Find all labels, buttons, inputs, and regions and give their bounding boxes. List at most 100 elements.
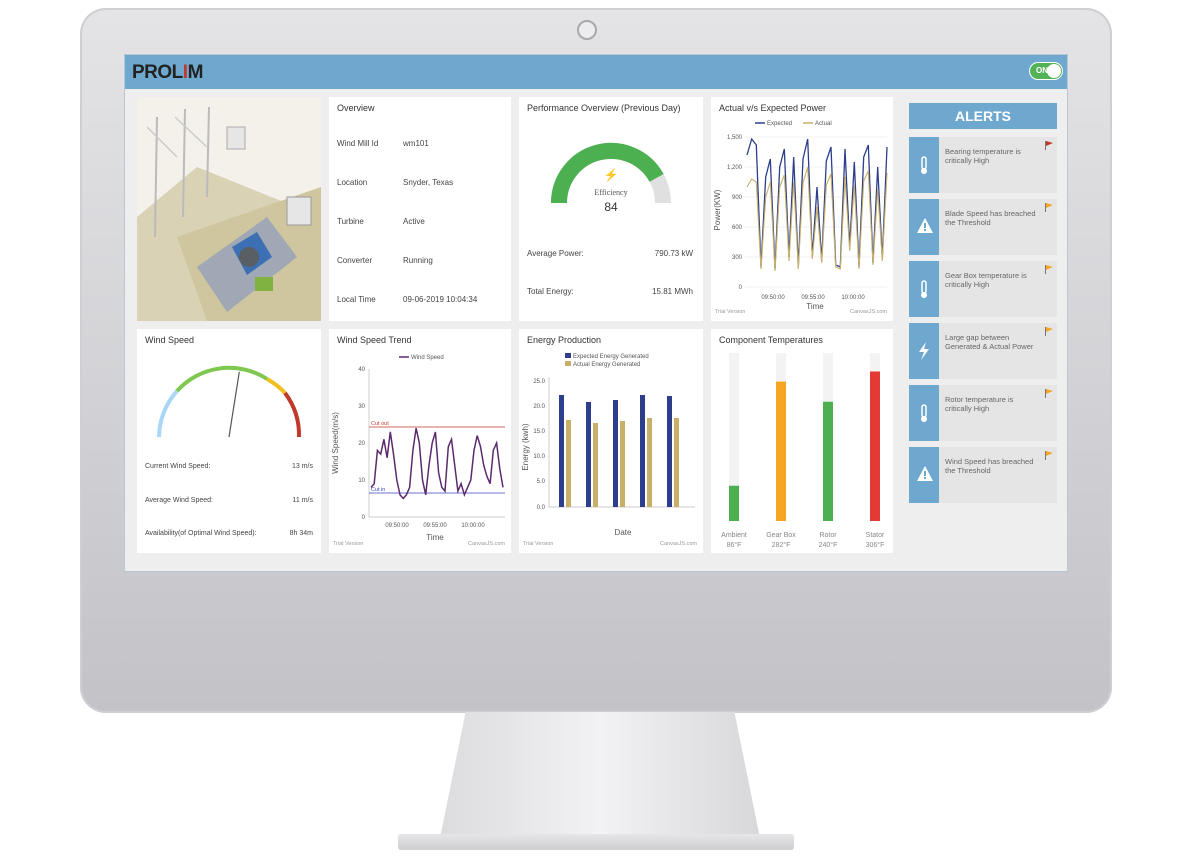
component-temp: 282°F bbox=[772, 541, 791, 549]
bolt-icon bbox=[909, 323, 939, 379]
y-tick: 20.0 bbox=[533, 404, 545, 410]
energy-chart: Expected Energy Generated Actual Energy … bbox=[521, 353, 695, 537]
y-tick: 25.0 bbox=[533, 379, 545, 385]
alert-item[interactable]: Bearing temperature is critically High bbox=[909, 137, 1057, 193]
legend-actual: Actual bbox=[815, 121, 832, 127]
overview-title: Overview bbox=[337, 103, 375, 113]
warning-icon bbox=[909, 199, 939, 255]
x-tick: 09:50:00 bbox=[385, 523, 409, 529]
bolt-icon: ⚡ bbox=[604, 168, 619, 182]
actual-energy-bar[interactable] bbox=[647, 418, 652, 507]
component-name: Stator bbox=[866, 532, 885, 539]
monitor-stand bbox=[440, 712, 760, 838]
temp-bar[interactable] bbox=[870, 371, 880, 521]
y-tick: 0 bbox=[739, 285, 743, 291]
flag-icon bbox=[1045, 389, 1053, 398]
x-tick: 09:50:00 bbox=[761, 295, 785, 301]
expected-energy-bar[interactable] bbox=[613, 400, 618, 507]
component-name: Gear Box bbox=[766, 532, 796, 539]
temp-bar[interactable] bbox=[823, 401, 833, 521]
cut-out-label: Cut out bbox=[371, 421, 389, 427]
availability-value: 8h 34m bbox=[289, 530, 313, 537]
trial-version-label: Trial Version bbox=[333, 541, 364, 547]
performance-title: Performance Overview (Previous Day) bbox=[527, 103, 681, 113]
x-tick: 10:00:00 bbox=[461, 523, 485, 529]
overview-value: 09-06-2019 10:04:34 bbox=[403, 295, 478, 304]
y-tick: 300 bbox=[732, 255, 743, 261]
alert-message: Large gap between Generated & Actual Pow… bbox=[945, 333, 1034, 351]
power-toggle[interactable]: ON bbox=[1029, 62, 1063, 80]
overview-value: Snyder, Texas bbox=[403, 178, 454, 187]
actual-energy-bar[interactable] bbox=[620, 421, 625, 507]
y-tick: 1,500 bbox=[727, 135, 743, 141]
y-tick: 600 bbox=[732, 225, 743, 231]
current-wind-value: 13 m/s bbox=[291, 463, 313, 470]
actual-power-line bbox=[746, 166, 888, 272]
expected-energy-bar[interactable] bbox=[559, 395, 564, 507]
component-temps-card: Component Temperatures Ambient 86°F Gear B… bbox=[711, 329, 893, 553]
avg-power-value: 790.73 kW bbox=[654, 249, 693, 258]
expected-energy-bar[interactable] bbox=[586, 402, 591, 507]
legend-expected: Expected bbox=[767, 121, 792, 127]
alert-item[interactable]: Blade Speed has breached the Threshold bbox=[909, 199, 1057, 255]
flag-icon bbox=[1045, 203, 1053, 212]
alert-item[interactable]: Large gap between Generated & Actual Pow… bbox=[909, 323, 1057, 379]
wind-speed-card: Wind Speed Current Wind Speed: 13 m/s Av… bbox=[137, 329, 321, 553]
component-temps-chart: Ambient 86°F Gear Box 282°F Rotor 240°F Stator… bbox=[721, 353, 885, 549]
overview-label: Location bbox=[337, 178, 368, 187]
y-tick: 1,200 bbox=[727, 165, 743, 171]
dashboard-screen: PROLIM ON Overview Wind Mill Id wm101 Lo bbox=[124, 54, 1068, 572]
wind-speed-line bbox=[370, 428, 504, 500]
alert-message: Rotor temperature is critically High bbox=[945, 395, 1014, 413]
windmill-illustration bbox=[137, 97, 321, 321]
alert-item[interactable]: Rotor temperature is critically High bbox=[909, 385, 1057, 441]
canvasjs-credit: CanvasJS.com bbox=[468, 541, 505, 547]
temp-bar[interactable] bbox=[776, 381, 786, 521]
toggle-knob bbox=[1047, 64, 1061, 78]
trial-version-label: Trial Version bbox=[715, 309, 746, 315]
flag-icon bbox=[1045, 265, 1053, 274]
warning-icon bbox=[909, 447, 939, 503]
alert-message: Bearing temperature is critically High bbox=[945, 147, 1021, 165]
temp-bar[interactable] bbox=[729, 485, 739, 521]
expected-energy-bar[interactable] bbox=[640, 395, 645, 507]
thermometer-icon bbox=[909, 261, 939, 317]
wind-trend-title: Wind Speed Trend bbox=[337, 335, 412, 345]
alert-item[interactable]: Gear Box temperature is critically High bbox=[909, 261, 1057, 317]
y-axis-label: Wind Speed(m/s) bbox=[331, 412, 340, 474]
app-logo[interactable]: PROLIM bbox=[132, 62, 203, 84]
power-chart: Expected Actual 1,500 1,200 900 600 300 … bbox=[713, 121, 888, 311]
gauge-value: 84 bbox=[604, 200, 618, 214]
overview-label: Converter bbox=[337, 256, 373, 265]
performance-card: Performance Overview (Previous Day) ⚡ Ef… bbox=[519, 97, 703, 321]
wind-speed-gauge bbox=[157, 365, 302, 438]
overview-label: Wind Mill Id bbox=[337, 139, 379, 148]
flag-icon bbox=[1045, 327, 1053, 336]
expected-energy-bar[interactable] bbox=[667, 396, 672, 507]
alert-item[interactable]: Wind Speed has breached the Threshold bbox=[909, 447, 1057, 503]
trial-version-label: Trial Version bbox=[523, 541, 554, 547]
actual-energy-bar[interactable] bbox=[674, 418, 679, 507]
actual-energy-bar[interactable] bbox=[593, 423, 598, 507]
component-temp: 306°F bbox=[866, 541, 885, 549]
x-tick: 09:55:00 bbox=[801, 295, 825, 301]
actual-energy-bar[interactable] bbox=[566, 420, 571, 507]
overview-card: Overview Wind Mill Id wm101 Location Sny… bbox=[329, 97, 511, 321]
flag-icon bbox=[1045, 451, 1053, 460]
y-tick: 15.0 bbox=[533, 429, 545, 435]
monitor-base bbox=[398, 834, 794, 850]
total-energy-value: 15.81 MWh bbox=[652, 287, 693, 296]
expected-power-line bbox=[746, 137, 888, 270]
component-temps-title: Component Temperatures bbox=[719, 335, 823, 345]
energy-title: Energy Production bbox=[527, 335, 602, 345]
overview-value: Active bbox=[403, 217, 425, 226]
x-tick: 09:55:00 bbox=[423, 523, 447, 529]
alert-message: Blade Speed has breached the Threshold bbox=[945, 209, 1036, 227]
y-tick: 40 bbox=[358, 367, 365, 373]
y-axis-label: Power(KW) bbox=[713, 189, 722, 230]
x-axis-label: Time bbox=[806, 302, 824, 311]
windmill-image bbox=[137, 106, 321, 321]
component-name: Ambient bbox=[721, 532, 747, 539]
overview-value: Running bbox=[403, 256, 433, 265]
wind-trend-card: Wind Speed Trend Wind Speed 40 30 20 10 … bbox=[329, 329, 511, 553]
